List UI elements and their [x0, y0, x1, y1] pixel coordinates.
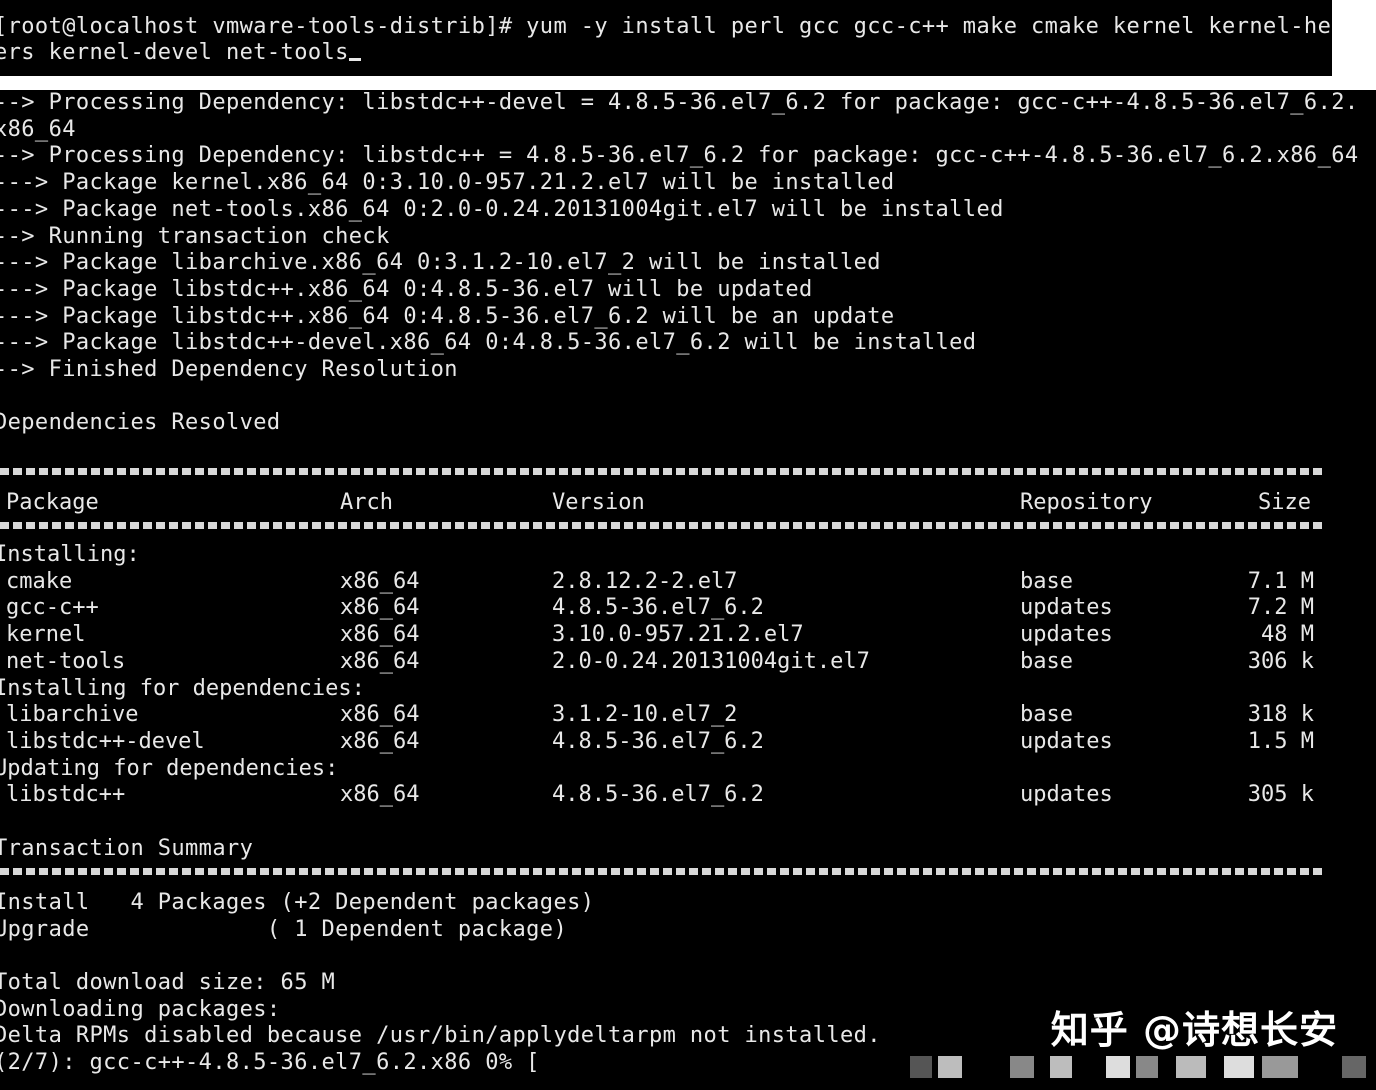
log-line: ---> Package libstdc++-devel.x86_64 0:4.… — [0, 330, 977, 356]
cell-size: 305 k — [1247, 782, 1314, 808]
cell-package: kernel — [6, 622, 86, 648]
column-header-size: Size — [1258, 490, 1311, 515]
summary-upgrade: Upgrade ( 1 Dependent package) — [0, 917, 568, 942]
cell-version: 3.10.0-957.21.2.el7 — [552, 622, 804, 648]
cell-version: 3.1.2-10.el7_2 — [552, 702, 738, 728]
log-line: ---> Package net-tools.x86_64 0:2.0-0.24… — [0, 196, 1004, 222]
log-line: --> Processing Dependency: libstdc++-dev… — [0, 90, 1359, 115]
cell-package: libstdc++-devel — [6, 728, 205, 754]
cell-arch: x86_64 — [340, 782, 420, 808]
cell-package: net-tools — [6, 648, 126, 674]
column-header-version: Version — [552, 490, 645, 515]
cell-repository: base — [1020, 702, 1073, 728]
table-section-label: Installing: — [0, 542, 140, 567]
cell-repository: updates — [1020, 728, 1113, 754]
table-top-rule — [0, 468, 1326, 475]
log-line: ---> Package libstdc++.x86_64 0:4.8.5-36… — [0, 276, 813, 302]
cell-arch: x86_64 — [340, 568, 420, 594]
summary-rule — [0, 868, 1326, 875]
column-header-package: Package — [6, 490, 99, 515]
column-header-repository: Repository — [1020, 490, 1153, 515]
cell-repository: updates — [1020, 622, 1113, 648]
watermark-logo: 知乎 @诗想长安 — [1050, 1008, 1338, 1052]
log-line: ---> Package kernel.x86_64 0:3.10.0-957.… — [0, 170, 895, 196]
cell-package: libarchive — [6, 702, 139, 728]
summary-title: Transaction Summary — [0, 836, 254, 861]
cell-version: 2.8.12.2-2.el7 — [552, 568, 738, 594]
cell-arch: x86_64 — [340, 622, 420, 648]
command-line-2-text: ers kernel-devel net-tools — [0, 40, 349, 65]
progress-artifact — [910, 1052, 1370, 1082]
log-line: ---> Package libstdc++.x86_64 0:4.8.5-36… — [0, 303, 895, 329]
summary-install: Install 4 Packages (+2 Dependent package… — [0, 890, 595, 915]
command-line-1[interactable]: [root@localhost vmware-tools-distrib]# y… — [0, 14, 1332, 40]
terminal-output: --> Processing Dependency: libstdc++-dev… — [0, 90, 1376, 1090]
cell-version: 4.8.5-36.el7_6.2 — [552, 595, 764, 621]
table-section-label: Installing for dependencies: — [0, 675, 365, 701]
cell-size: 306 k — [1247, 648, 1314, 674]
cell-repository: base — [1020, 568, 1073, 594]
table-header-rule — [0, 522, 1326, 529]
log-line: Dependencies Resolved — [0, 410, 281, 436]
table-section-label: Updating for dependencies: — [0, 755, 339, 781]
cell-arch: x86_64 — [340, 595, 420, 621]
column-header-arch: Arch — [340, 490, 393, 515]
cell-arch: x86_64 — [340, 728, 420, 754]
download-line: (2/7): gcc-c++-4.8.5-36.el7_6.2.x86 0% [ — [0, 1050, 540, 1076]
cell-package: gcc-c++ — [6, 595, 99, 621]
log-line: --> Finished Dependency Resolution — [0, 357, 458, 382]
cell-repository: updates — [1020, 782, 1113, 808]
cell-arch: x86_64 — [340, 648, 420, 674]
log-line: --> Running transaction check — [0, 223, 390, 249]
download-line: Delta RPMs disabled because /usr/bin/app… — [0, 1023, 881, 1049]
log-line: --> Processing Dependency: libstdc++ = 4… — [0, 143, 1359, 169]
cell-repository: updates — [1020, 595, 1113, 621]
cell-repository: base — [1020, 648, 1073, 674]
log-line: x86_64 — [0, 116, 76, 142]
download-line: Total download size: 65 M — [0, 970, 336, 995]
cell-size: 7.2 M — [1247, 595, 1314, 621]
log-line: ---> Package libarchive.x86_64 0:3.1.2-1… — [0, 250, 881, 276]
terminal-cursor — [348, 58, 361, 61]
cell-size: 48 M — [1261, 622, 1314, 648]
cell-version: 4.8.5-36.el7_6.2 — [552, 728, 764, 754]
cell-size: 1.5 M — [1247, 728, 1314, 754]
download-line: Downloading packages: — [0, 996, 281, 1022]
cell-version: 4.8.5-36.el7_6.2 — [552, 782, 764, 808]
cell-size: 318 k — [1247, 702, 1314, 728]
cell-package: libstdc++ — [6, 782, 126, 808]
cell-package: cmake — [6, 568, 73, 594]
cell-arch: x86_64 — [340, 702, 420, 728]
cell-version: 2.0-0.24.20131004git.el7 — [552, 648, 870, 674]
cell-size: 7.1 M — [1247, 568, 1314, 594]
command-line-2[interactable]: ers kernel-devel net-tools — [0, 40, 361, 66]
command-panel: [root@localhost vmware-tools-distrib]# y… — [0, 0, 1332, 76]
